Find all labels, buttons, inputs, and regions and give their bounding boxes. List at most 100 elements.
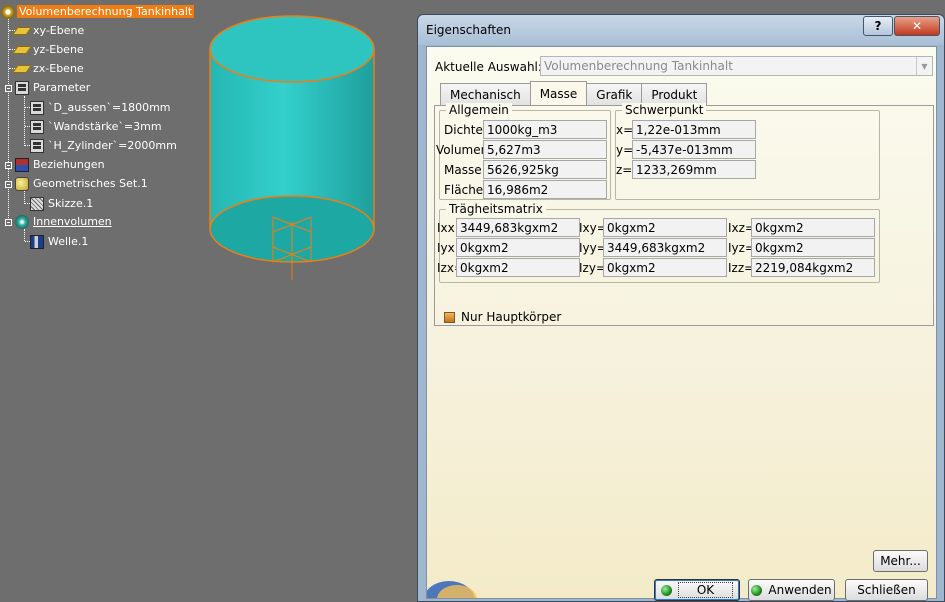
centroid-group: Schwerpunkt x= 1,22e-013mm y= -5,437e-01… [615, 103, 880, 200]
tree-node-label[interactable]: yz-Ebene [31, 43, 86, 56]
tab-produkt[interactable]: Produkt [641, 83, 708, 105]
inertia-group: Trägheitsmatrix Ixx= 3449,683kgxm2 Ixy= … [437, 202, 880, 283]
general-group-title: Allgemein [446, 103, 512, 117]
tree-node-label[interactable]: Beziehungen [31, 158, 107, 171]
apply-status-icon [751, 584, 763, 596]
tree-node-label[interactable]: `H_Zylinder`=2000mm [46, 139, 179, 152]
izx-field[interactable]: 0kgxm2 [456, 258, 580, 277]
volume-field[interactable]: 5,627m3 [483, 140, 607, 159]
tab-masse[interactable]: Masse [529, 81, 588, 105]
parameter-value-icon [30, 119, 44, 134]
current-selection-value: Volumenberechnung Tankinhalt [544, 59, 733, 73]
close-button[interactable]: Schließen [845, 579, 928, 601]
ok-button-label: OK [677, 582, 734, 598]
collapse-body-toggle[interactable] [5, 219, 12, 226]
tree-node-label[interactable]: Parameter [31, 81, 92, 94]
mass-field[interactable]: 5626,925kg [483, 160, 607, 179]
more-button[interactable]: Mehr... [873, 550, 928, 572]
centroid-z-label: z= [616, 163, 633, 177]
tree-node-shaft[interactable]: Welle.1 [25, 233, 90, 250]
tree-node-geometrical-set[interactable]: Geometrisches Set.1 [15, 175, 150, 192]
tree-node-param-h-zylinder[interactable]: `H_Zylinder`=2000mm [25, 137, 179, 154]
tree-node-label[interactable]: xy-Ebene [31, 24, 86, 37]
collapse-parameter-toggle[interactable] [5, 85, 12, 92]
centroid-z-field[interactable]: 1233,269mm [632, 160, 756, 179]
density-field[interactable]: 1000kg_m3 [483, 120, 607, 139]
tree-node-label[interactable]: Geometrisches Set.1 [31, 177, 150, 190]
tab-panel-masse: Allgemein Dichte: 1000kg_m3 Volumen: 5,6… [434, 103, 934, 326]
catia-logo-decoration-icon [427, 581, 477, 598]
centroid-x-field[interactable]: 1,22e-013mm [632, 120, 756, 139]
tree-node-sketch[interactable]: Skizze.1 [25, 195, 95, 212]
main-body-only-checkbox[interactable] [444, 311, 455, 323]
area-label: Fläche: [444, 183, 488, 197]
tree-node-label[interactable]: Skizze.1 [46, 197, 95, 210]
collapse-geoset-toggle[interactable] [5, 181, 12, 188]
tree-node-innenvolumen[interactable]: Innenvolumen [15, 213, 114, 230]
tab-grafik[interactable]: Grafik [586, 83, 643, 105]
tree-node-label[interactable]: Volumenberechnung Tankinhalt [17, 5, 195, 18]
plane-icon [12, 24, 32, 38]
tree-node-param-wandstaerke[interactable]: `Wandstärke`=3mm [25, 118, 164, 135]
parameter-value-icon [30, 138, 44, 153]
ixz-field[interactable]: 0kgxm2 [751, 218, 875, 237]
apply-button-label: Anwenden [768, 583, 832, 597]
main-body-only-checkbox-row[interactable]: Nur Hauptkörper [444, 310, 561, 324]
centroid-y-label: y= [616, 143, 634, 157]
iyy-field[interactable]: 3449,683kgxm2 [603, 238, 727, 257]
centroid-y-field[interactable]: -5,437e-013mm [632, 140, 756, 159]
chevron-down-icon[interactable]: ▼ [916, 57, 932, 75]
tree-node-parameter[interactable]: Parameter [15, 79, 92, 96]
main-body-only-label: Nur Hauptkörper [461, 310, 562, 324]
izy-field[interactable]: 0kgxm2 [603, 258, 727, 277]
ok-button[interactable]: OK [654, 579, 740, 601]
tab-mechanisch[interactable]: Mechanisch [440, 83, 531, 105]
tree-node-label[interactable]: `D_aussen`=1800mm [46, 101, 173, 114]
tree-node-xy-plane[interactable]: xy-Ebene [9, 22, 86, 39]
current-selection-combo[interactable]: Volumenberechnung Tankinhalt ▼ [540, 56, 933, 76]
tree-node-label[interactable]: Welle.1 [46, 235, 90, 248]
mass-label: Masse: [444, 163, 486, 177]
inertia-group-title: Trägheitsmatrix [446, 202, 546, 216]
tree-node-yz-plane[interactable]: yz-Ebene [9, 41, 86, 58]
iyz-field[interactable]: 0kgxm2 [751, 238, 875, 257]
ixx-field[interactable]: 3449,683kgxm2 [456, 218, 580, 237]
general-group: Allgemein Dichte: 1000kg_m3 Volumen: 5,6… [436, 103, 611, 200]
specification-tree: Volumenberechnung Tankinhalt xy-Ebene yz… [0, 0, 210, 260]
dialog-titlebar[interactable]: Eigenschaften ? ✕ [418, 15, 944, 45]
geometrical-set-icon [15, 176, 29, 191]
tree-node-param-d-aussen[interactable]: `D_aussen`=1800mm [25, 99, 173, 116]
plane-icon [12, 43, 32, 57]
part-gear-icon [1, 4, 15, 19]
shaft-icon [30, 234, 44, 249]
parameter-icon [15, 80, 29, 95]
properties-dialog: Eigenschaften ? ✕ Aktuelle Auswahl: Volu… [417, 14, 945, 602]
ixy-field[interactable]: 0kgxm2 [603, 218, 727, 237]
help-button[interactable]: ? [863, 16, 893, 36]
relations-icon [15, 157, 29, 172]
tree-node-zx-plane[interactable]: zx-Ebene [9, 60, 86, 77]
parameter-value-icon [30, 100, 44, 115]
tree-node-root[interactable]: Volumenberechnung Tankinhalt [1, 3, 195, 20]
izz-field[interactable]: 2219,084kgxm2 [751, 258, 875, 277]
dialog-title: Eigenschaften [426, 23, 512, 37]
tree-node-label[interactable]: Innenvolumen [31, 215, 114, 228]
apply-button[interactable]: Anwenden [748, 579, 835, 601]
current-selection-label: Aktuelle Auswahl: [435, 60, 542, 74]
tree-node-label[interactable]: `Wandstärke`=3mm [46, 120, 164, 133]
dialog-content: Aktuelle Auswahl: Volumenberechnung Tank… [426, 46, 937, 601]
body-icon [15, 214, 29, 229]
tank-3d-model[interactable] [205, 12, 380, 284]
sketch-icon [30, 196, 44, 211]
tree-node-relations[interactable]: Beziehungen [15, 156, 107, 173]
expand-relations-toggle[interactable] [5, 162, 12, 169]
tree-node-label[interactable]: zx-Ebene [31, 62, 86, 75]
tank-top-surface [209, 15, 375, 83]
plane-icon [12, 62, 32, 76]
close-window-button[interactable]: ✕ [894, 16, 940, 36]
density-label: Dichte: [444, 123, 487, 137]
iyx-field[interactable]: 0kgxm2 [456, 238, 580, 257]
centroid-group-title: Schwerpunkt [622, 103, 707, 117]
centroid-x-label: x= [616, 123, 634, 137]
area-field[interactable]: 16,986m2 [483, 180, 607, 199]
